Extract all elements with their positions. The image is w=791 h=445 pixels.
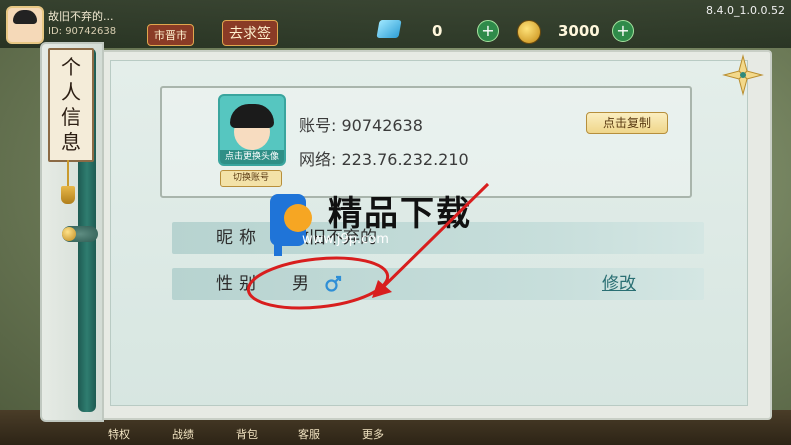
add-diamond-button[interactable]: + (477, 20, 499, 42)
bottom-item-record[interactable]: 战绩 (172, 426, 194, 442)
avatar-hair (230, 104, 274, 128)
title-char: 信 (61, 105, 81, 129)
title-char: 人 (61, 80, 81, 104)
gender-label: 性别 (216, 274, 262, 294)
close-ornament-icon[interactable] (722, 54, 764, 96)
bottom-item-bag[interactable]: 背包 (236, 426, 258, 442)
account-line: 账号: 90742638 (299, 116, 423, 135)
avatar-change-button[interactable]: 点击更换头像 (218, 94, 286, 166)
diamond-count: 0 (432, 22, 443, 40)
bottom-item-privilege[interactable]: 特权 (108, 426, 130, 442)
tassel-cord (67, 160, 69, 188)
gender-row: 性别 男 修改 (172, 268, 704, 300)
nickname-label: 昵称 (216, 228, 262, 248)
avatar-caption: 点击更换头像 (220, 150, 284, 164)
edit-gender-link[interactable]: 修改 (602, 268, 636, 300)
network-line: 网络: 223.76.232.210 (299, 150, 469, 169)
player-name: 故旧不弃的... (48, 10, 114, 23)
bottom-item-service[interactable]: 客服 (298, 426, 320, 442)
watermark-url: www.j9p.com (302, 232, 389, 247)
male-gender-icon (325, 275, 342, 292)
tassel-icon (61, 186, 75, 204)
add-coin-button[interactable]: + (612, 20, 634, 42)
coin-count: 3000 (558, 22, 600, 40)
player-id: ID: 90742638 (48, 26, 117, 37)
gender-value: 男 (292, 274, 309, 294)
diamond-icon (376, 20, 402, 38)
coin-icon (517, 20, 541, 44)
version-label: 8.4.0_1.0.0.52 (706, 4, 785, 17)
dialog-title: 个 人 信 息 (48, 48, 94, 162)
watermark-brand: 精品下载 (328, 194, 472, 234)
switch-account-button[interactable]: 切换账号 (220, 170, 282, 187)
bottom-item-more[interactable]: 更多 (362, 426, 384, 442)
scroll-knob-dot (62, 227, 76, 241)
title-char: 息 (61, 130, 81, 154)
title-char: 个 (61, 55, 81, 79)
player-avatar[interactable] (6, 6, 44, 44)
copy-button[interactable]: 点击复制 (586, 112, 668, 134)
